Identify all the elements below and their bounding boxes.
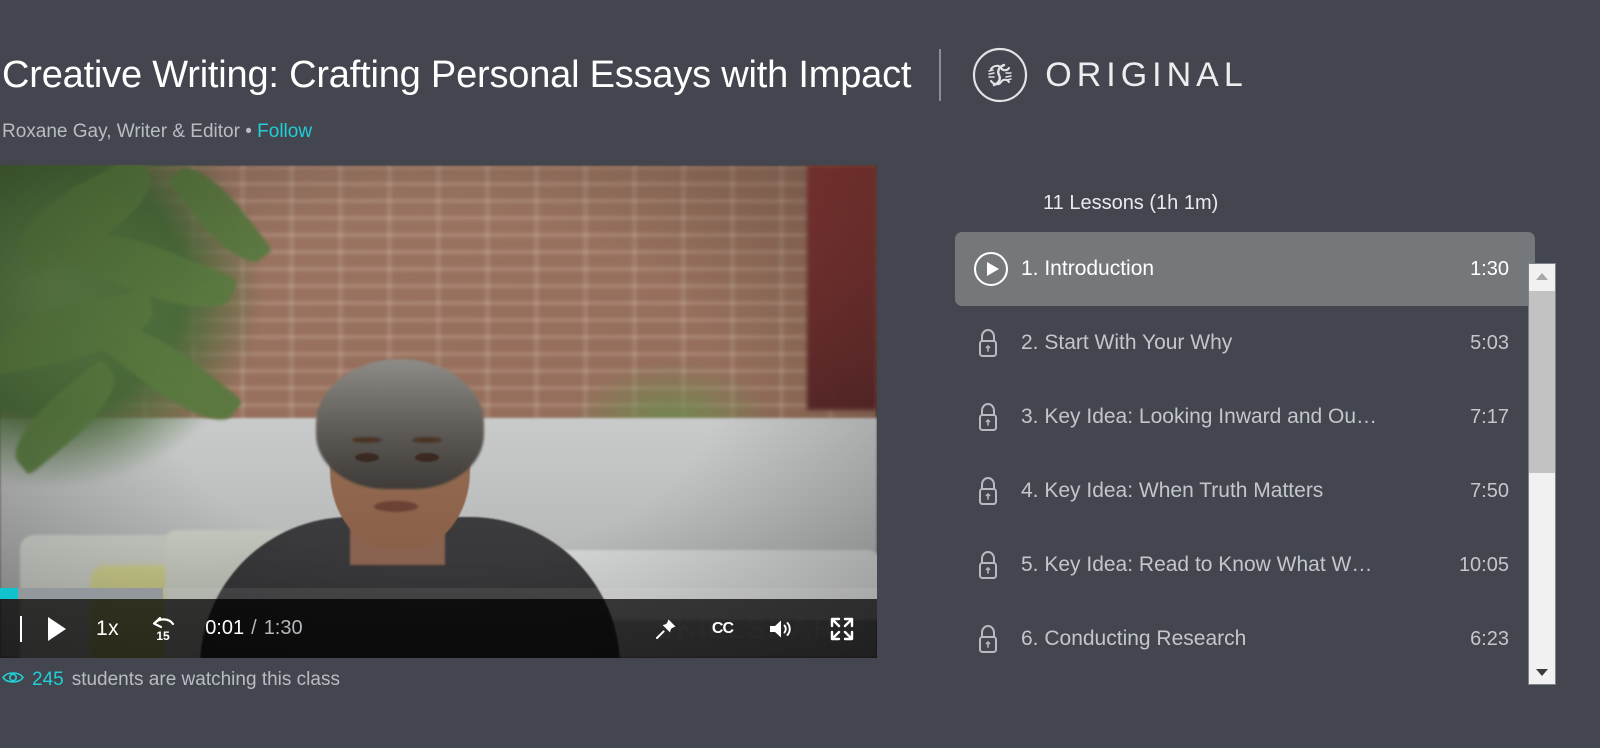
lessons-summary: 11 Lessons (1h 1m) — [1043, 192, 1219, 214]
scroll-down-arrow-icon[interactable] — [1529, 660, 1555, 684]
lesson-row-2[interactable]: 2. Start With Your Why 5:03 — [955, 306, 1535, 380]
lock-icon — [973, 474, 1021, 508]
text-cursor — [20, 615, 22, 642]
scroll-up-arrow-icon[interactable] — [1529, 264, 1555, 288]
lesson-duration: 6:23 — [1470, 627, 1509, 650]
lesson-duration: 1:30 — [1470, 257, 1509, 280]
title-divider — [939, 49, 942, 101]
volume-button[interactable] — [767, 617, 795, 641]
lesson-duration: 7:17 — [1470, 405, 1509, 428]
lesson-title: 3. Key Idea: Looking Inward and Ou… — [1021, 405, 1378, 428]
lesson-row-5[interactable]: 5. Key Idea: Read to Know What W… 10:05 — [955, 528, 1535, 602]
closed-captions-button[interactable]: CC — [712, 620, 734, 638]
lesson-title: 5. Key Idea: Read to Know What W… — [1021, 553, 1373, 576]
byline-author: Roxane Gay, Writer & Editor — [2, 121, 240, 142]
play-circle-icon — [973, 251, 1021, 287]
lesson-duration: 7:50 — [1470, 479, 1509, 502]
volume-icon — [770, 620, 791, 637]
video-controls-right: CC — [654, 616, 855, 642]
pin-icon — [655, 619, 676, 639]
lock-icon — [973, 400, 1021, 434]
lesson-row-4[interactable]: 4. Key Idea: When Truth Matters 7:50 — [955, 454, 1535, 528]
lesson-title: 2. Start With Your Why — [1021, 331, 1233, 354]
lesson-list: 1. Introduction 1:30 2. Start With Your … — [955, 232, 1600, 676]
fullscreen-icon — [830, 617, 854, 640]
lock-icon — [973, 326, 1021, 360]
lock-icon — [973, 548, 1021, 582]
lessons-scrollbar[interactable] — [1528, 263, 1556, 685]
lesson-row-6[interactable]: 6. Conducting Research 6:23 — [955, 602, 1535, 676]
pin-button[interactable] — [654, 617, 678, 641]
svg-text:15: 15 — [157, 629, 171, 643]
lesson-title: 4. Key Idea: When Truth Matters — [1021, 479, 1324, 502]
play-icon — [48, 616, 66, 641]
video-progress-bar[interactable] — [0, 588, 877, 599]
watching-text: students are watching this class — [71, 669, 340, 690]
video-controls: 1x 15 0:01 / 1:30 CC — [0, 599, 877, 658]
time-separator: / — [251, 617, 257, 639]
rewind-15-button[interactable]: 15 — [149, 615, 179, 643]
skillshare-original-badge-icon — [971, 46, 1029, 104]
eye-icon — [2, 669, 24, 691]
lessons-panel: 11 Lessons (1h 1m) 1. Introduction 1:30 — [877, 165, 1600, 691]
watching-status: 245 students are watching this class — [0, 669, 877, 691]
scrollbar-thumb[interactable] — [1529, 291, 1555, 473]
progress-buffered — [0, 588, 164, 599]
lesson-duration: 10:05 — [1458, 553, 1509, 576]
brand-wordmark: ORIGINAL — [1045, 55, 1248, 94]
fullscreen-button[interactable] — [829, 616, 855, 642]
byline: Roxane Gay, Writer & Editor • Follow — [0, 121, 1600, 143]
lesson-duration: 5:03 — [1470, 331, 1509, 354]
page-header: Creative Writing: Crafting Personal Essa… — [0, 0, 1600, 143]
lesson-title: 6. Conducting Research — [1021, 627, 1247, 650]
duration-time: 1:30 — [263, 617, 303, 639]
lock-icon — [973, 622, 1021, 656]
brand-original: ORIGINAL — [971, 46, 1247, 104]
progress-played — [0, 588, 18, 599]
playback-speed-button[interactable]: 1x — [96, 617, 119, 641]
lesson-row-3[interactable]: 3. Key Idea: Looking Inward and Ou… 7:17 — [955, 380, 1535, 454]
play-button[interactable] — [46, 616, 68, 642]
current-time: 0:01 — [205, 617, 245, 639]
page-title: Creative Writing: Crafting Personal Essa… — [2, 54, 912, 96]
main-content: SKILLSHARE 1x 15 — [0, 165, 1600, 691]
lesson-row-1[interactable]: 1. Introduction 1:30 — [955, 232, 1535, 306]
video-player[interactable]: SKILLSHARE 1x 15 — [0, 165, 877, 658]
video-column: SKILLSHARE 1x 15 — [0, 165, 877, 691]
title-row: Creative Writing: Crafting Personal Essa… — [0, 44, 1600, 106]
watching-count: 245 — [32, 669, 64, 690]
follow-link[interactable]: Follow — [257, 121, 312, 142]
byline-separator: • — [245, 121, 252, 142]
rewind-15-icon: 15 — [153, 616, 175, 643]
time-display: 0:01 / 1:30 — [205, 617, 302, 640]
lesson-title: 1. Introduction — [1021, 257, 1155, 280]
video-frame — [0, 165, 877, 658]
